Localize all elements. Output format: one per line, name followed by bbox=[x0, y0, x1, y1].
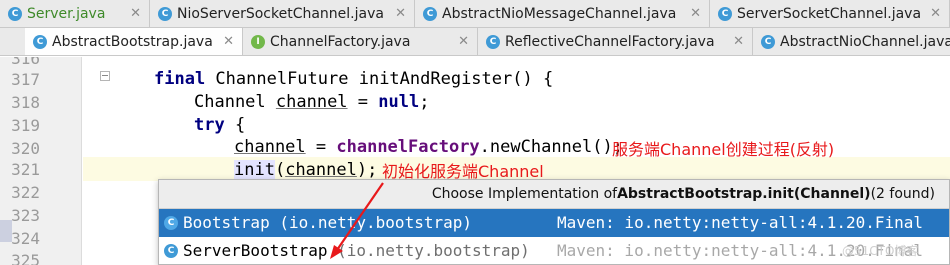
method-name: initAndRegister bbox=[358, 69, 513, 89]
annotation-channel-creation: 服务端Channel创建过程(反射) bbox=[612, 140, 835, 159]
line-number: 325 bbox=[11, 251, 40, 265]
close-icon[interactable]: ✕ bbox=[395, 6, 406, 21]
fold-toggle-icon[interactable] bbox=[100, 71, 110, 81]
close-icon[interactable]: ✕ bbox=[733, 34, 744, 49]
tab-label: AbstractBootstrap.java bbox=[52, 34, 213, 50]
popup-header-count: (2 found) bbox=[870, 186, 935, 202]
variable: channel bbox=[234, 137, 306, 157]
close-icon[interactable]: ✕ bbox=[223, 34, 234, 49]
popup-header-method: AbstractBootstrap.init(Channel) bbox=[617, 186, 871, 202]
keyword: try bbox=[194, 115, 225, 135]
tab-label: ServerSocketChannel.java bbox=[737, 6, 922, 22]
code-line-317: final ChannelFuture initAndRegister() { bbox=[154, 68, 553, 90]
implementation-name: ServerBootstrap bbox=[183, 241, 328, 260]
field-name: channelFactory bbox=[336, 137, 480, 157]
code-text: = bbox=[305, 137, 337, 157]
code-line-319: try { bbox=[194, 114, 245, 136]
close-icon[interactable]: ✕ bbox=[930, 6, 941, 21]
java-class-icon: C bbox=[486, 35, 500, 49]
line-number: 323 bbox=[11, 206, 40, 225]
implementation-library: Maven: io.netty:netty-all:4.1.20.Final bbox=[557, 213, 924, 232]
keyword: null bbox=[378, 92, 420, 112]
line-number: 317 bbox=[11, 70, 40, 89]
close-icon[interactable]: ✕ bbox=[690, 6, 701, 21]
popup-header-prefix: Choose Implementation of bbox=[431, 186, 618, 202]
implementation-package: (io.netty.bootstrap) bbox=[327, 241, 530, 260]
code-text: () { bbox=[512, 69, 554, 89]
tab-reflectivechannelfactory-java[interactable]: C ReflectiveChannelFactory.java ✕ bbox=[478, 28, 753, 55]
line-number: 322 bbox=[11, 183, 40, 202]
line-number: 320 bbox=[11, 139, 40, 158]
implementation-name: Bootstrap bbox=[183, 213, 270, 232]
tab-channelfactory-java[interactable]: I ChannelFactory.java ✕ bbox=[243, 28, 478, 55]
tab-label: NioServerSocketChannel.java bbox=[177, 6, 384, 22]
choose-implementation-popup: Choose Implementation of AbstractBootstr… bbox=[158, 179, 950, 265]
tab-nioserversocketchannel-java[interactable]: C NioServerSocketChannel.java ✕ bbox=[150, 0, 415, 27]
tab-label: AbstractNioChannel.java bbox=[780, 34, 950, 50]
java-class-icon: C bbox=[33, 35, 47, 49]
code-text: { bbox=[224, 115, 246, 135]
variable: channel bbox=[275, 92, 348, 112]
editor-tabs-row-2: C AbstractBootstrap.java ✕ I ChannelFact… bbox=[0, 28, 950, 56]
tab-abstractbootstrap-java[interactable]: C AbstractBootstrap.java ✕ bbox=[25, 28, 243, 55]
type-name: ChannelFuture bbox=[205, 69, 359, 89]
close-icon[interactable]: ✕ bbox=[130, 6, 141, 21]
tab-abstractniochannel-java[interactable]: C AbstractNioChannel.java bbox=[753, 28, 950, 55]
method-call: init bbox=[234, 160, 275, 180]
java-class-icon: C bbox=[164, 244, 178, 258]
implementation-item-bootstrap[interactable]: C Bootstrap (io.netty.bootstrap) Maven: … bbox=[159, 209, 949, 237]
code-text: ; bbox=[419, 92, 430, 112]
tab-label: ReflectiveChannelFactory.java bbox=[505, 34, 715, 50]
editor-tabs-row-1: C Server.java ✕ C NioServerSocketChannel… bbox=[0, 0, 950, 28]
tab-serversocketchannel-java[interactable]: C ServerSocketChannel.java ✕ bbox=[710, 0, 950, 27]
java-class-icon: C bbox=[158, 7, 172, 21]
tab-label: ChannelFactory.java bbox=[270, 34, 411, 50]
java-class-icon: C bbox=[423, 7, 437, 21]
java-class-icon: C bbox=[8, 7, 22, 21]
line-number: 318 bbox=[11, 93, 40, 112]
code-text: .newChannel(); bbox=[479, 137, 623, 157]
java-interface-icon: I bbox=[251, 35, 265, 49]
code-line-321: init(channel); bbox=[234, 159, 377, 181]
keyword: final bbox=[154, 69, 206, 89]
line-number-gutter: 316 317 318 319 320 321 322 323 324 325 bbox=[0, 57, 82, 265]
java-class-icon: C bbox=[761, 35, 775, 49]
implementation-item-serverbootstrap[interactable]: C ServerBootstrap (io.netty.bootstrap) M… bbox=[159, 237, 949, 264]
code-line-318: Channel channel = null; bbox=[194, 91, 429, 113]
code-text: ( bbox=[274, 160, 286, 180]
implementation-package: (io.netty.bootstrap) bbox=[269, 213, 472, 232]
tab-abstractniomessagechannel-java[interactable]: C AbstractNioMessageChannel.java ✕ bbox=[415, 0, 710, 27]
code-line-320: channel = channelFactory.newChannel(); bbox=[234, 136, 623, 158]
tab-label: Server.java bbox=[27, 6, 106, 22]
popup-header: Choose Implementation of AbstractBootstr… bbox=[159, 180, 949, 209]
java-class-icon: C bbox=[718, 7, 732, 21]
tab-label: AbstractNioMessageChannel.java bbox=[442, 6, 677, 22]
line-number: 319 bbox=[11, 116, 40, 135]
watermark: @51CTO博客 bbox=[842, 244, 919, 258]
type-name: Channel bbox=[194, 92, 276, 112]
code-text: = bbox=[347, 92, 379, 112]
java-class-icon: C bbox=[164, 216, 178, 230]
line-number: 324 bbox=[11, 229, 40, 248]
close-icon[interactable]: ✕ bbox=[458, 34, 469, 49]
variable: channel bbox=[285, 160, 357, 180]
line-number: 321 bbox=[11, 160, 40, 179]
code-text: ); bbox=[356, 160, 378, 180]
tab-server-java[interactable]: C Server.java ✕ bbox=[0, 0, 150, 27]
